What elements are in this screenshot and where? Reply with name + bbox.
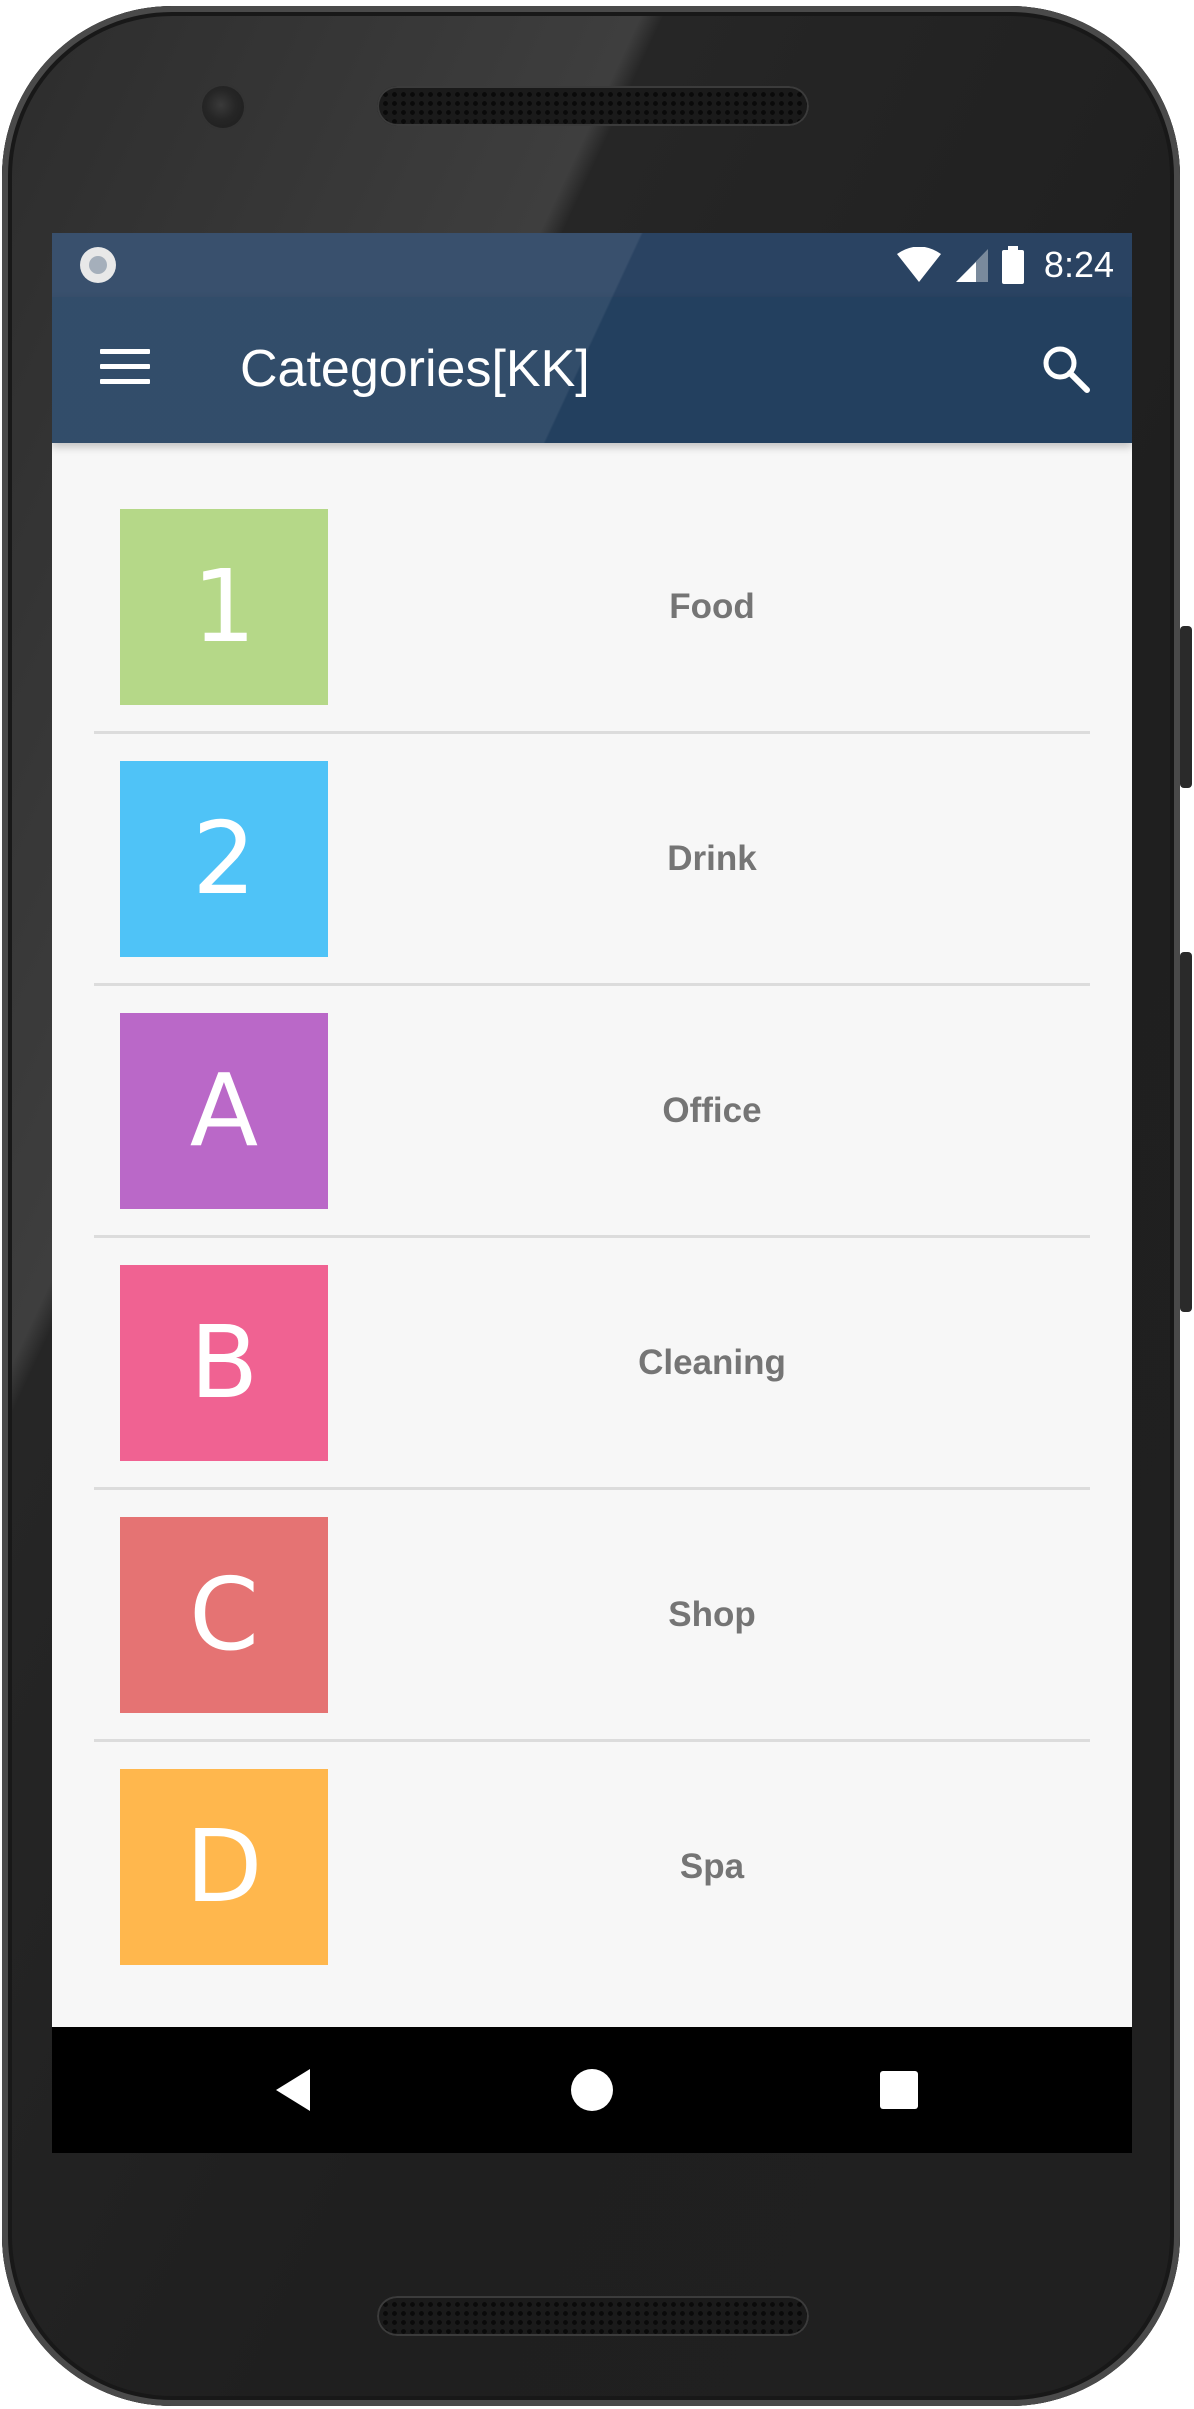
volume-button	[1180, 952, 1192, 1312]
category-item-spa[interactable]: D Spa	[52, 1703, 1132, 1965]
screen: 8:24 Categories[KK] 1 Food 2 Drink A Off…	[52, 233, 1132, 2153]
status-bar: 8:24	[52, 233, 1132, 297]
category-label: Spa	[679, 1847, 745, 1886]
category-badge: 2	[120, 761, 328, 957]
badge-text: 2	[192, 800, 256, 917]
status-icons: 8:24	[896, 241, 1114, 289]
category-label: Food	[669, 587, 755, 626]
status-time: 8:24	[1043, 244, 1114, 285]
badge-text: C	[189, 1556, 259, 1673]
page-title: Categories[KK]	[240, 340, 590, 398]
category-item-drink[interactable]: 2 Drink	[52, 695, 1132, 986]
navigation-bar	[52, 2027, 1132, 2153]
earpiece-speaker	[377, 86, 809, 126]
category-label: Drink	[667, 839, 757, 878]
category-item-shop[interactable]: C Shop	[52, 1451, 1132, 1742]
badge-text: 1	[192, 548, 256, 665]
category-badge: C	[120, 1517, 328, 1713]
recents-icon[interactable]	[874, 2065, 924, 2115]
badge-text: B	[189, 1304, 259, 1421]
home-icon[interactable]	[567, 2065, 617, 2115]
bottom-speaker	[377, 2296, 809, 2336]
front-camera	[202, 86, 244, 128]
category-badge: D	[120, 1769, 328, 1965]
category-item-food[interactable]: 1 Food	[52, 443, 1132, 734]
notification-icon	[80, 247, 116, 283]
app-bar: Categories[KK]	[52, 297, 1132, 443]
category-badge: B	[120, 1265, 328, 1461]
category-badge: 1	[120, 509, 328, 705]
category-item-office[interactable]: A Office	[52, 947, 1132, 1238]
badge-text: D	[185, 1808, 263, 1925]
battery-icon	[1001, 246, 1024, 284]
back-icon[interactable]	[270, 2065, 320, 2115]
category-label: Shop	[668, 1595, 756, 1634]
wifi-icon	[896, 247, 941, 282]
category-label: Office	[662, 1091, 762, 1130]
cell-signal-icon	[955, 249, 988, 282]
category-badge: A	[120, 1013, 328, 1209]
category-label: Cleaning	[638, 1343, 786, 1382]
search-icon[interactable]	[1038, 341, 1094, 397]
power-button	[1180, 626, 1192, 788]
category-item-cleaning[interactable]: B Cleaning	[52, 1199, 1132, 1490]
badge-text: A	[189, 1052, 259, 1169]
menu-icon[interactable]	[100, 347, 150, 387]
